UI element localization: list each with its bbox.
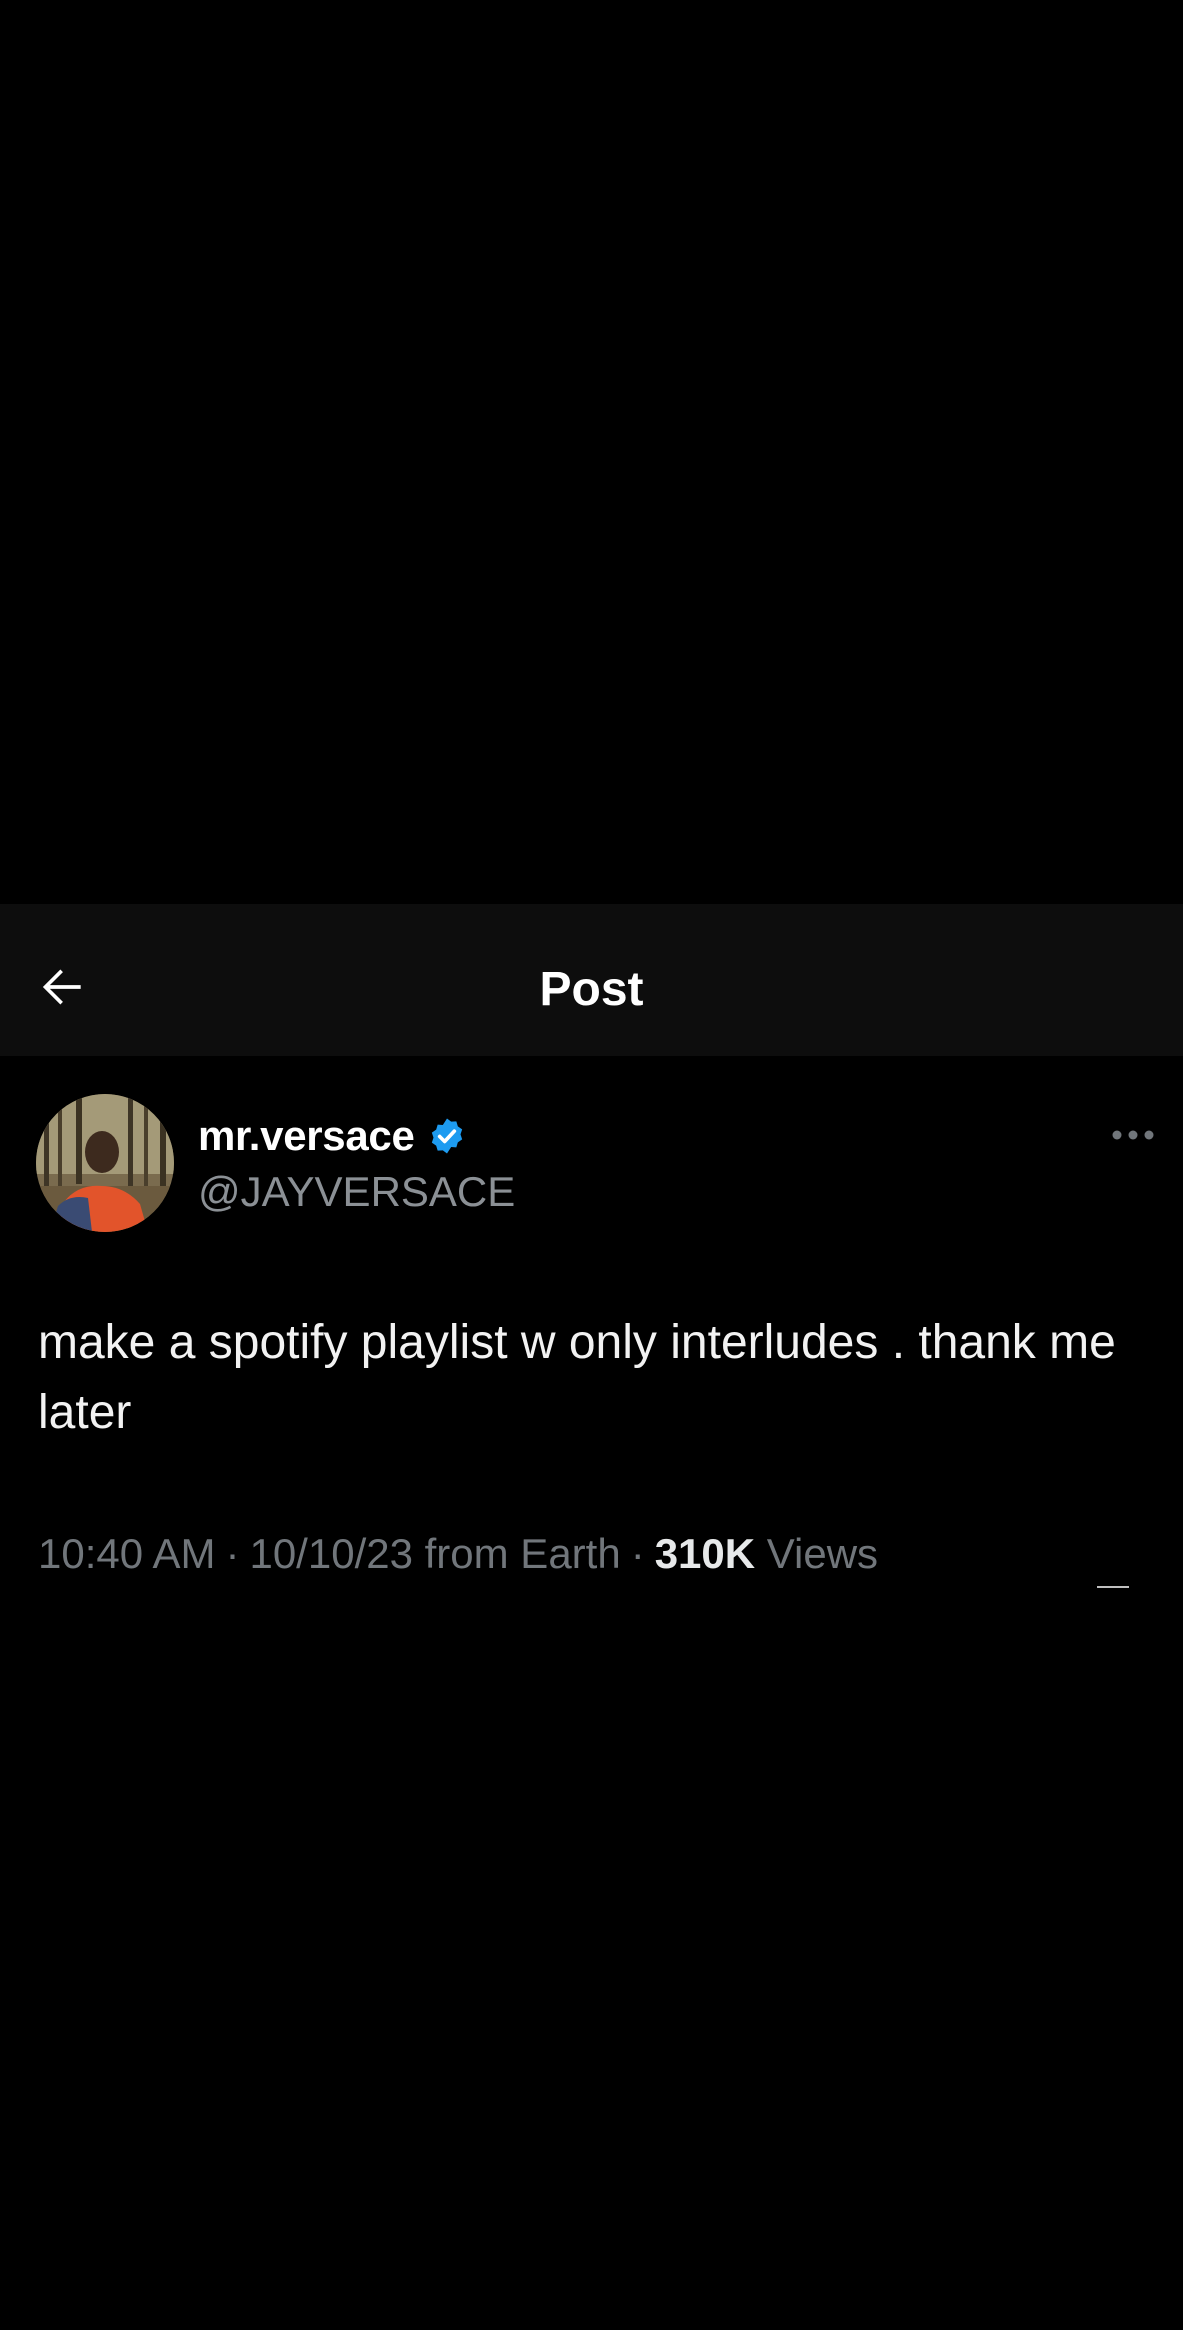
meta-separator: · [225,1530,240,1577]
post-text: make a spotify playlist w only interlude… [38,1316,1116,1439]
meta-separator: · [630,1530,645,1577]
page-title: Post [539,963,644,1016]
post-source: from Earth [424,1530,621,1577]
author-handle[interactable]: @JAYVERSACE [198,1166,515,1218]
more-options-button[interactable] [1106,1118,1160,1152]
verified-badge-icon [427,1116,467,1156]
author-display-name[interactable]: mr.versace [198,1112,415,1160]
avatar-photo [36,1094,174,1232]
post-time[interactable]: 10:40 AM [38,1530,215,1577]
views-label: Views [766,1530,879,1577]
views-count[interactable]: 310K [655,1530,755,1577]
divider-fragment [1097,1586,1129,1588]
post-metadata: 10:40 AM · 10/10/23 from Earth · 310K Views [38,1524,878,1584]
empty-top-area [0,0,1183,904]
author-name-row[interactable]: mr.versace [198,1108,467,1164]
more-horizontal-icon [1112,1130,1154,1140]
post-date[interactable]: 10/10/23 [249,1530,413,1577]
author-avatar[interactable] [36,1094,174,1232]
